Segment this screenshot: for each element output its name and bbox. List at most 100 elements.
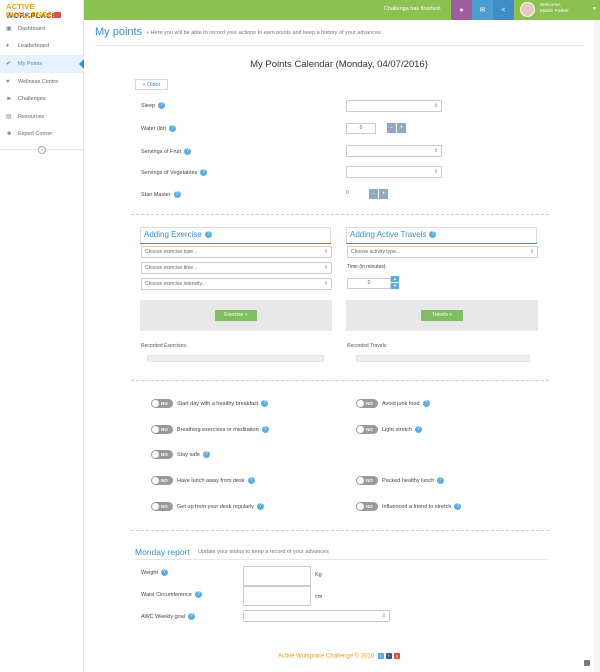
sidebar-item-wellness-centre[interactable]: ♥ Wellness Centre — [0, 73, 83, 91]
exercise-time-select[interactable]: Choose exercise time... ⇕ — [141, 262, 332, 274]
help-icon[interactable]: ? — [200, 169, 208, 176]
habit-toggle-stay-safe[interactable]: NO — [151, 450, 173, 459]
help-icon[interactable]: ? — [188, 613, 196, 620]
report-subtitle: Update your status to keep a record of y… — [198, 549, 329, 555]
habit-toggle-breakfast[interactable]: NO — [151, 399, 173, 408]
avatar — [520, 2, 535, 17]
toggle-knob — [357, 426, 364, 433]
help-icon[interactable]: ? — [204, 231, 212, 239]
help-icon[interactable]: ? — [429, 231, 437, 239]
help-icon[interactable]: ? — [261, 400, 269, 407]
sidebar-item-label: My Points — [18, 60, 43, 67]
stairs-value[interactable]: 0 — [346, 189, 366, 200]
add-travel-button[interactable]: Travels + — [421, 310, 463, 321]
updown-icon: ⇕ — [323, 265, 328, 271]
help-icon[interactable]: ? — [173, 191, 181, 198]
help-icon[interactable]: ? — [454, 503, 462, 510]
google-plus-icon[interactable]: g — [393, 653, 400, 659]
habit-toggle-lunch-away[interactable]: NO — [151, 476, 173, 485]
scrollbar[interactable] — [594, 20, 600, 672]
sidebar-item-dashboard[interactable]: ▣ Dashboard — [0, 20, 83, 38]
habit-toggle-packed-lunch[interactable]: NO — [356, 476, 378, 485]
challenge-status: Challenge has finished. — [384, 6, 442, 12]
sidebar-item-challenges[interactable]: ⚑ Challenges — [0, 90, 83, 108]
habit-label-lunch-away: Have lunch away from desk? — [177, 477, 255, 484]
help-icon[interactable]: ? — [161, 569, 169, 576]
exercise-intensity-select[interactable]: Choose exercise intensity... ⇕ — [141, 278, 332, 290]
section-divider — [131, 214, 549, 215]
main-content: My points » Here you will be able to rec… — [84, 20, 594, 672]
sleep-select[interactable]: ⇕ — [346, 100, 442, 112]
add-exercise-button[interactable]: Exercise + — [215, 310, 257, 321]
travel-type-select[interactable]: Choose activity type... ⇕ — [347, 246, 538, 258]
toggle-text: NO — [366, 401, 373, 406]
help-icon[interactable]: ? — [202, 451, 210, 458]
help-icon[interactable]: ? — [437, 477, 445, 484]
user-menu[interactable]: Welcome, Martin Parker ▼ — [514, 0, 600, 20]
logo[interactable]: ACTIVE WORKPLACE CHALLENGE — [0, 0, 84, 20]
share-button[interactable]: < — [493, 0, 514, 20]
exercise-title: Adding Exercise? — [144, 230, 212, 239]
help-icon[interactable]: ? — [261, 426, 269, 433]
select-value: Choose exercise type... — [145, 249, 198, 255]
report-title: Monday report — [135, 547, 190, 557]
sidebar: ▣ Dashboard ♦ Leaderboard ✔ My Points ♥ Well… — [0, 20, 84, 672]
water-increment-button[interactable]: + — [397, 123, 406, 133]
help-icon[interactable]: ? — [414, 426, 422, 433]
toggle-text: NO — [161, 401, 168, 406]
water-decrement-button[interactable]: - — [387, 123, 396, 133]
updown-icon: ⇕ — [529, 249, 534, 255]
travel-time-input[interactable]: 0 — [347, 278, 391, 289]
trophy-icon: ♦ — [6, 43, 10, 50]
stairs-decrement-button[interactable]: - — [369, 189, 378, 199]
section-divider — [131, 530, 549, 531]
sidebar-item-resources[interactable]: ▤ Resources — [0, 108, 83, 126]
water-input[interactable]: 0 — [346, 123, 376, 134]
help-icon[interactable]: ? — [247, 477, 255, 484]
habit-toggle-breathing[interactable]: NO — [151, 425, 173, 434]
toggle-text: NO — [366, 504, 373, 509]
fruit-select[interactable]: ⇕ — [346, 145, 442, 157]
toggle-knob — [152, 400, 159, 407]
habit-toggle-get-up[interactable]: NO — [151, 502, 173, 511]
travel-time-up-button[interactable]: ▲ — [391, 276, 399, 282]
habit-toggle-influence-friend[interactable]: NO — [356, 502, 378, 511]
travel-time-down-button[interactable]: ▼ — [391, 283, 399, 289]
panel-underline — [346, 243, 537, 244]
sidebar-item-my-points[interactable]: ✔ My Points — [0, 55, 84, 73]
facebook-icon[interactable]: f — [385, 653, 392, 659]
help-icon[interactable]: ? — [257, 503, 265, 510]
logo-text-challenge: CHALLENGE — [6, 10, 53, 19]
recorded-exercises-label: Recorded Exercises: — [141, 343, 188, 349]
notifications-button[interactable]: ● — [451, 0, 472, 20]
help-icon[interactable]: ? — [194, 591, 202, 598]
messages-button[interactable]: ✉ — [472, 0, 493, 20]
panel-underline — [140, 243, 331, 244]
older-button[interactable]: « Older — [135, 79, 168, 90]
twitter-icon[interactable]: t — [377, 653, 384, 659]
vegetables-select[interactable]: ⇕ — [346, 166, 442, 178]
recorded-travels-list — [356, 355, 530, 362]
weight-input[interactable] — [243, 566, 311, 586]
habit-label-junk-food: Avoid junk food? — [382, 400, 430, 407]
habit-toggle-junk-food[interactable]: NO — [356, 399, 378, 408]
sidebar-item-expert-corner[interactable]: ☻ Expert Corner — [0, 126, 83, 144]
waist-input[interactable] — [243, 586, 311, 606]
exercise-type-select[interactable]: Choose exercise type... ⇕ — [141, 246, 332, 258]
habit-toggle-stretch[interactable]: NO — [356, 425, 378, 434]
heart-icon: ♥ — [6, 78, 10, 85]
help-icon[interactable]: ? — [184, 148, 192, 155]
collapse-sidebar-button[interactable]: ‹ — [38, 146, 46, 154]
toggle-text: NO — [161, 478, 168, 483]
stairs-increment-button[interactable]: + — [379, 189, 388, 199]
help-icon[interactable]: ? — [158, 102, 166, 109]
help-icon[interactable]: ? — [422, 400, 430, 407]
waist-unit: cm — [315, 594, 323, 600]
sidebar-item-leaderboard[interactable]: ♦ Leaderboard — [0, 38, 83, 56]
updown-icon: ⇕ — [323, 281, 328, 287]
help-icon[interactable]: ? — [169, 125, 177, 132]
scroll-corner — [584, 660, 590, 666]
habit-label-stay-safe: Stay safe? — [177, 451, 210, 458]
sidebar-item-label: Challenges — [18, 96, 46, 103]
weekly-goal-select[interactable]: ⇕ — [243, 610, 390, 622]
